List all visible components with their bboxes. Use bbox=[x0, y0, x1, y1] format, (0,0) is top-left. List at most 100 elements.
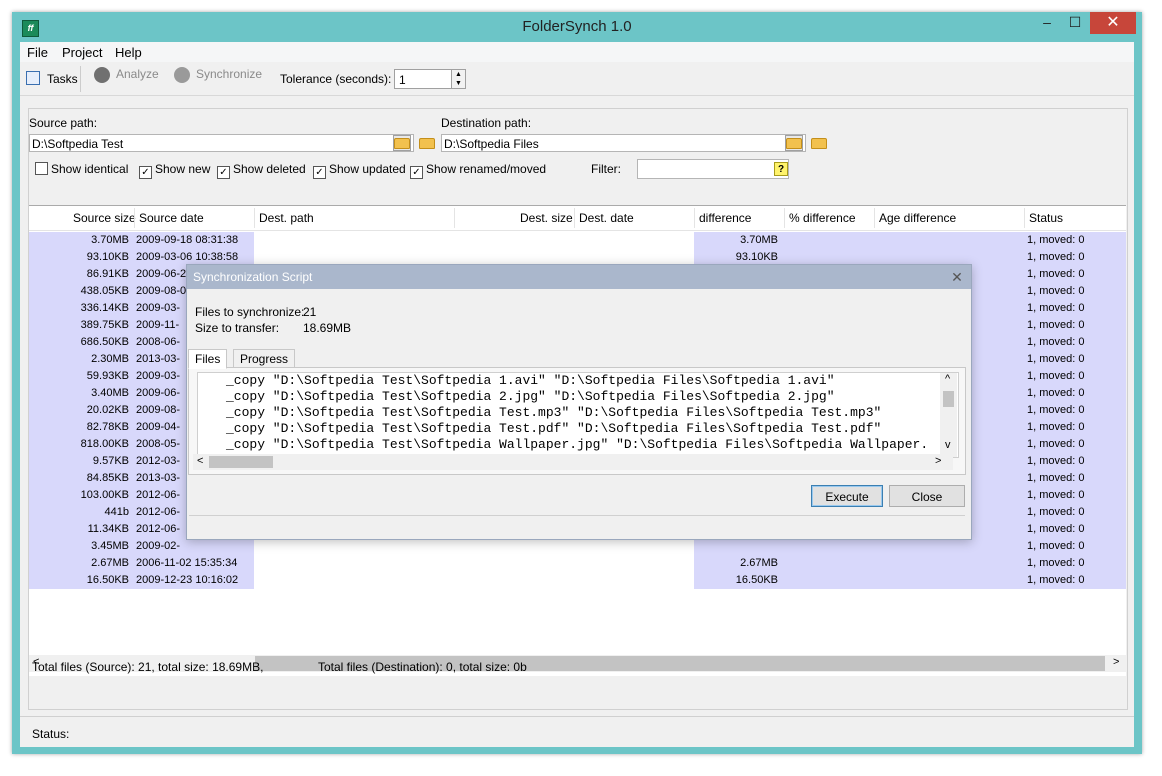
table-row[interactable]: 2.67MB 2006-11-02 15:35:34 2.67MB 1, moved:… bbox=[29, 555, 1126, 572]
source-date-cell: 2009-09-18 08:31:38 bbox=[136, 234, 239, 246]
status-cell: 1, moved: 0 bbox=[1027, 285, 1085, 297]
source-date-cell: 2009-11- bbox=[136, 319, 180, 331]
minimize-button[interactable]: – bbox=[1032, 12, 1062, 34]
status-cell: 1, moved: 0 bbox=[1027, 421, 1085, 433]
source-date-cell: 2009-06- bbox=[136, 387, 181, 399]
window-title: FolderSynch 1.0 bbox=[522, 18, 632, 35]
scroll-right-icon[interactable]: > bbox=[1113, 656, 1119, 668]
script-textarea[interactable]: _copy "D:\Softpedia Test\Softpedia 1.avi… bbox=[197, 372, 959, 458]
menu-file[interactable]: File bbox=[27, 45, 48, 60]
status-label: Status: bbox=[32, 727, 70, 741]
column-source-size[interactable]: Source size bbox=[73, 211, 136, 225]
menu-bar: File Project Help bbox=[20, 42, 1134, 62]
script-horizontal-scrollbar[interactable]: < > bbox=[193, 454, 953, 470]
column-source-date[interactable]: Source date bbox=[139, 211, 204, 225]
destination-totals: Total files (Destination): 0, total size… bbox=[318, 660, 527, 674]
source-size-cell: 86.91KB bbox=[86, 268, 129, 280]
analyze-button[interactable]: Analyze bbox=[94, 67, 159, 83]
folder-icon bbox=[394, 138, 410, 149]
source-date-cell: 2006-11-02 15:35:34 bbox=[136, 557, 238, 569]
source-size-cell: 59.93KB bbox=[86, 370, 129, 382]
destination-browse-button[interactable] bbox=[785, 135, 803, 151]
tab-progress[interactable]: Progress bbox=[233, 349, 296, 369]
menu-help[interactable]: Help bbox=[115, 45, 142, 60]
tolerance-spinner[interactable]: ▲ ▼ bbox=[452, 69, 466, 89]
synchronize-button[interactable]: Synchronize bbox=[174, 67, 262, 83]
spin-down-icon[interactable]: ▼ bbox=[452, 79, 465, 88]
column-dest-path[interactable]: Dest. path bbox=[259, 211, 314, 225]
column-difference[interactable]: difference bbox=[699, 211, 751, 225]
source-size-cell: 3.45MB bbox=[91, 540, 129, 552]
script-line: _copy "D:\Softpedia Test\Softpedia Wallp… bbox=[226, 437, 929, 452]
source-open-folder-icon[interactable] bbox=[419, 138, 435, 149]
checkmark-icon: ✓ bbox=[217, 166, 230, 179]
scrollbar-thumb[interactable] bbox=[209, 456, 273, 468]
dialog-title-bar[interactable]: Synchronization Script bbox=[187, 265, 971, 289]
source-date-cell: 2008-06- bbox=[136, 336, 181, 348]
source-size-cell: 3.70MB bbox=[91, 234, 129, 246]
filter-help-icon[interactable]: ? bbox=[774, 162, 788, 176]
source-date-cell: 2012-03- bbox=[136, 455, 181, 467]
scroll-right-icon[interactable]: > bbox=[935, 455, 941, 467]
execute-button[interactable]: Execute bbox=[811, 485, 883, 507]
source-date-cell: 2012-06- bbox=[136, 489, 181, 501]
scroll-left-icon[interactable]: < bbox=[197, 455, 203, 467]
files-to-sync-value: 21 bbox=[303, 305, 317, 319]
column-status[interactable]: Status bbox=[1029, 211, 1063, 225]
column-dest-size[interactable]: Dest. size bbox=[520, 211, 573, 225]
source-browse-button[interactable] bbox=[393, 135, 411, 151]
title-bar[interactable]: ff FolderSynch 1.0 – ☐ ✕ bbox=[12, 12, 1142, 42]
show-identical-checkbox[interactable]: Show identical bbox=[35, 162, 128, 176]
table-header: Source size Source date Dest. path Dest.… bbox=[29, 206, 1126, 231]
column-pct-difference[interactable]: % difference bbox=[789, 211, 856, 225]
show-new-checkbox[interactable]: ✓ Show new bbox=[139, 162, 210, 179]
scrollbar-thumb[interactable] bbox=[943, 391, 954, 407]
maximize-button[interactable]: ☐ bbox=[1060, 12, 1090, 34]
difference-cell: 3.70MB bbox=[740, 234, 778, 246]
source-size-cell: 16.50KB bbox=[86, 574, 129, 586]
source-size-cell: 20.02KB bbox=[86, 404, 129, 416]
dialog-title: Synchronization Script bbox=[193, 270, 313, 284]
toolbar: Tasks Analyze Synchronize Tolerance (sec… bbox=[20, 63, 1134, 96]
status-cell: 1, moved: 0 bbox=[1027, 353, 1085, 365]
close-button[interactable]: Close bbox=[889, 485, 965, 507]
destination-path-label: Destination path: bbox=[441, 116, 532, 130]
table-row[interactable]: 3.45MB 2009-02- 1, moved: 0 bbox=[29, 538, 1126, 555]
script-line: _copy "D:\Softpedia Test\Softpedia 1.avi… bbox=[226, 373, 835, 388]
tolerance-input[interactable]: 1 bbox=[394, 69, 452, 89]
show-deleted-checkbox[interactable]: ✓ Show deleted bbox=[217, 162, 306, 179]
spin-up-icon[interactable]: ▲ bbox=[452, 70, 465, 79]
source-size-cell: 818.00KB bbox=[80, 438, 129, 450]
tasks-label: Tasks bbox=[47, 72, 78, 86]
column-age-difference[interactable]: Age difference bbox=[879, 211, 956, 225]
source-date-cell: 2013-03- bbox=[136, 353, 181, 365]
status-cell: 1, moved: 0 bbox=[1027, 387, 1085, 399]
destination-path-input[interactable]: D:\Softpedia Files bbox=[441, 134, 806, 152]
menu-project[interactable]: Project bbox=[62, 45, 102, 60]
source-size-cell: 82.78KB bbox=[86, 421, 129, 433]
source-date-cell: 2009-04- bbox=[136, 421, 181, 433]
tab-files[interactable]: Files bbox=[188, 349, 228, 369]
filter-input[interactable] bbox=[637, 159, 789, 179]
tasks-button[interactable]: Tasks bbox=[20, 66, 81, 92]
source-size-cell: 9.57KB bbox=[92, 455, 129, 467]
show-updated-checkbox[interactable]: ✓ Show updated bbox=[313, 162, 406, 179]
destination-open-folder-icon[interactable] bbox=[811, 138, 827, 149]
source-date-cell: 2009-03- bbox=[136, 302, 181, 314]
table-row[interactable]: 3.70MB 2009-09-18 08:31:38 3.70MB 1, moved:… bbox=[29, 232, 1126, 249]
show-renamed-checkbox[interactable]: ✓ Show renamed/moved bbox=[410, 162, 546, 179]
script-lines: _copy "D:\Softpedia Test\Softpedia 1.avi… bbox=[198, 373, 940, 457]
scroll-down-icon[interactable]: v bbox=[945, 439, 951, 451]
source-path-label: Source path: bbox=[29, 116, 98, 130]
close-window-button[interactable]: ✕ bbox=[1090, 12, 1136, 34]
difference-cell: 2.67MB bbox=[740, 557, 778, 569]
dialog-close-icon[interactable]: ✕ bbox=[947, 265, 967, 289]
status-cell: 1, moved: 0 bbox=[1027, 557, 1085, 569]
source-path-input[interactable]: D:\Softpedia Test bbox=[29, 134, 414, 152]
script-vertical-scrollbar[interactable]: ^ v bbox=[940, 373, 957, 457]
scroll-up-icon[interactable]: ^ bbox=[945, 373, 950, 385]
column-dest-date[interactable]: Dest. date bbox=[579, 211, 634, 225]
source-date-cell: 2009-03-06 10:38:58 bbox=[136, 251, 239, 263]
dialog-status-strip bbox=[189, 515, 965, 536]
table-row[interactable]: 16.50KB 2009-12-23 10:16:02 16.50KB 1, move… bbox=[29, 572, 1126, 589]
